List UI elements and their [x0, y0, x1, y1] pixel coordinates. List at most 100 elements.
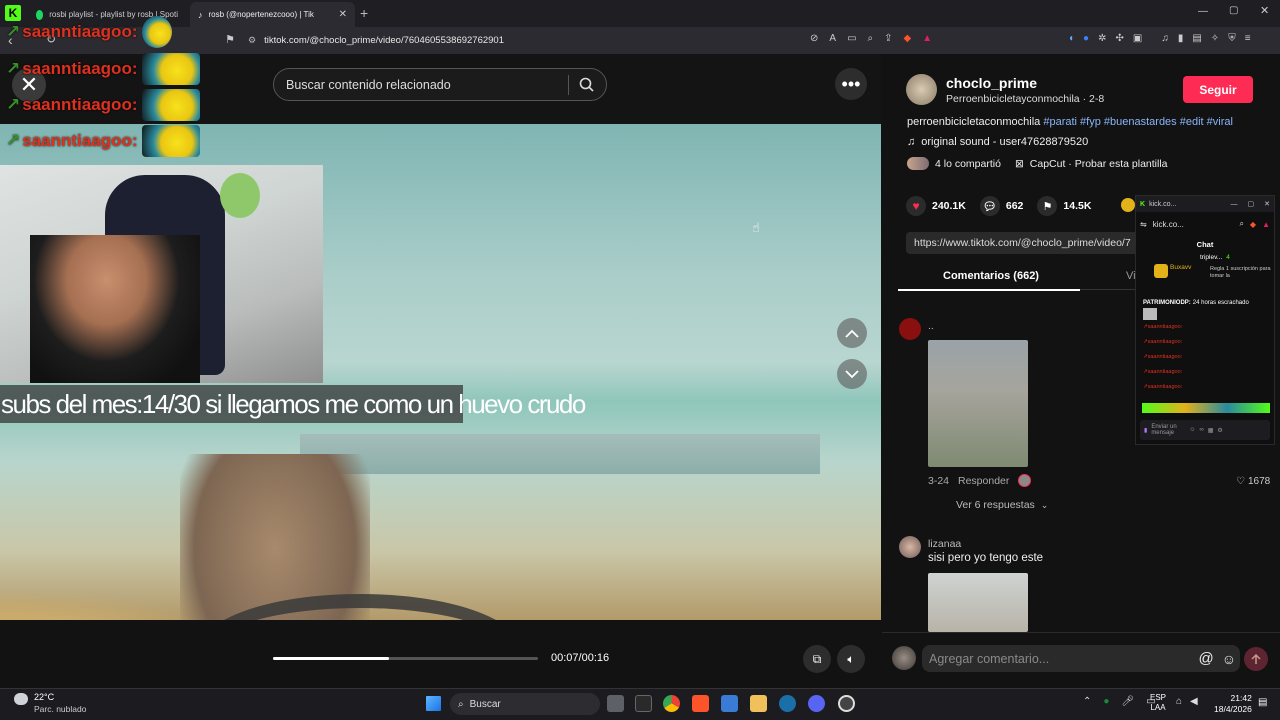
caption-hashtags[interactable]: #parati #fyp #buenastardes #edit #viral [1043, 116, 1233, 128]
previous-video-button[interactable] [837, 318, 867, 348]
file-explorer-icon[interactable] [750, 695, 767, 712]
kick-emote-bar[interactable] [1142, 403, 1270, 413]
author-username[interactable]: choclo_prime [946, 75, 1037, 91]
kick-rewards-icon[interactable]: ▲ [1262, 220, 1270, 229]
music-icon[interactable]: ♫ [1161, 33, 1169, 44]
share-icon[interactable]: ⇪ [884, 33, 892, 44]
menu-icon[interactable]: ≡ [1245, 33, 1251, 44]
tray-expand-icon[interactable]: ⌃ [1083, 696, 1091, 707]
kick-url[interactable]: kick.co... [1153, 220, 1234, 229]
taskbar-search[interactable]: ⌕ Buscar [450, 693, 600, 715]
kick-settings-icon[interactable]: ⚙ [1217, 427, 1222, 434]
overlay-chat-user: saanntiaagoo: [22, 59, 138, 78]
gift-coin-icon[interactable] [1121, 198, 1135, 212]
translate-icon[interactable]: A [829, 33, 836, 44]
weather-temp[interactable]: 22°C [34, 692, 54, 702]
microphone-icon[interactable]: 🎤︎ [1121, 696, 1134, 707]
author-avatar[interactable] [906, 74, 937, 105]
extension-blue-icon[interactable]: ● [1083, 33, 1089, 44]
weather-icon[interactable] [14, 693, 28, 705]
store-icon[interactable] [721, 695, 738, 712]
more-options-icon[interactable]: ••• [835, 68, 867, 100]
leo-icon[interactable]: ✧ [1211, 33, 1219, 44]
comment-like[interactable]: ♡ 1678 [1236, 476, 1270, 487]
video-progress-bar[interactable] [273, 657, 538, 660]
new-tab-icon[interactable]: + [360, 5, 368, 21]
tray-status[interactable]: ⌂ ◀︎ [1176, 696, 1198, 707]
save-button[interactable]: ⚑ 14.5K [1037, 196, 1091, 216]
kick-gift-icon[interactable]: ▦ [1208, 427, 1214, 434]
comment-sticker-image[interactable] [928, 573, 1028, 632]
next-video-button[interactable] [837, 359, 867, 389]
overlay-emote [141, 53, 200, 85]
kick-settings-icon[interactable]: ⇋ [1140, 220, 1147, 229]
zoom-icon[interactable]: ⌕ [868, 33, 874, 44]
mention-icon[interactable]: @ [1198, 650, 1213, 667]
commenter-avatar[interactable] [899, 318, 921, 340]
tab-tiktok[interactable]: ♪ rosb (@nopertenezcooo) | Tik ✕ [190, 2, 355, 27]
follow-button[interactable]: Seguir [1183, 76, 1253, 103]
post-sound[interactable]: ♫ original sound - user47628879520 [907, 136, 1088, 148]
tab-close-icon[interactable]: ✕ [339, 9, 347, 20]
windows-start-icon[interactable] [426, 696, 441, 711]
related-search-input[interactable]: Buscar contenido relacionado [273, 68, 607, 101]
like-button[interactable]: ♥ 240.1K [906, 196, 966, 216]
screenshot-icon[interactable]: ▣ [1133, 33, 1142, 44]
send-comment-button[interactable] [1244, 647, 1268, 671]
view-replies-button[interactable]: Ver 6 respuestas ⌄ [956, 499, 1048, 511]
maximize-icon[interactable]: ▢ [1229, 5, 1238, 16]
commenter-name[interactable]: .. [928, 320, 934, 332]
obs-icon[interactable] [838, 695, 855, 712]
search-icon[interactable] [579, 77, 594, 92]
discord-icon[interactable] [808, 695, 825, 712]
bookmark-icon[interactable]: ⚑ [225, 33, 235, 46]
window-close-icon[interactable]: ✕ [1260, 4, 1269, 17]
comment-button[interactable]: 💬︎ 662 [979, 196, 1023, 216]
kick-shield-icon[interactable]: ◆ [1250, 220, 1256, 229]
capcut-template[interactable]: CapCut · Probar esta plantilla [1030, 158, 1168, 170]
task-view-icon[interactable] [607, 695, 624, 712]
copy-link-field[interactable]: https://www.tiktok.com/@choclo_prime/vid… [906, 232, 1146, 254]
volume-button[interactable]: 🔈︎ [837, 645, 865, 673]
minimize-icon[interactable]: — [1198, 6, 1208, 17]
sidebar-icon[interactable]: ▮ [1178, 33, 1184, 44]
brave-shield-icon[interactable]: ◆ [904, 33, 912, 44]
kick-emote-icon[interactable]: ☺ [1189, 427, 1195, 433]
site-info-icon[interactable]: ⚙ [248, 35, 256, 46]
overlay-chat-user: saanntiaagoo: [22, 131, 138, 150]
clock[interactable]: 21:42 18/4/2026 [1214, 693, 1252, 715]
notification-icon[interactable]: ▤ [1258, 697, 1267, 708]
commenter-name[interactable]: lizanaa [928, 538, 961, 550]
steam-icon[interactable] [779, 695, 796, 712]
cast-icon[interactable]: ▭ [847, 33, 856, 44]
kick-zoom-icon[interactable]: ⌕ [1239, 219, 1243, 229]
kick-maximize-icon[interactable]: ▢ [1248, 200, 1255, 208]
brave-icon[interactable] [692, 695, 709, 712]
comment-input[interactable]: Agregar comentario... @ ☺ [922, 645, 1240, 672]
epic-games-icon[interactable] [635, 695, 652, 712]
floating-player-button[interactable]: ⧉ [803, 645, 831, 673]
brave-rewards-icon[interactable]: ▲ [922, 33, 932, 44]
kick-message-input[interactable]: ▮ Enviar un mensaje ☺ ∞ ▦ ⚙ [1140, 420, 1270, 440]
no-tracking-icon[interactable]: ⊘ [810, 33, 818, 44]
audio-icon[interactable]: ◖ [1068, 33, 1074, 44]
emoji-icon[interactable]: ☺ [1222, 651, 1236, 667]
vpn-icon[interactable]: ⛨ [1228, 33, 1236, 44]
comment-sticker-image[interactable] [928, 340, 1028, 467]
url-field[interactable]: ⚙ tiktok.com/@choclo_prime/video/7604605… [248, 31, 808, 50]
chrome-icon[interactable] [663, 695, 680, 712]
kick-infinity-icon[interactable]: ∞ [1199, 427, 1203, 433]
comment-placeholder: Agregar comentario... [929, 651, 1050, 666]
kick-close-icon[interactable]: ✕ [1264, 200, 1270, 208]
puzzle-icon[interactable]: ✣ [1115, 33, 1123, 44]
extension-gear-icon[interactable]: ✲ [1098, 33, 1106, 44]
language-indicator[interactable]: ESP LAA [1150, 693, 1166, 713]
commenter-avatar[interactable] [899, 536, 921, 558]
like-count: 240.1K [932, 200, 966, 212]
reply-button[interactable]: Responder [958, 475, 1009, 487]
tab-comments[interactable]: Comentarios (662) [943, 270, 1039, 282]
wallet-icon[interactable]: ▤ [1192, 33, 1201, 44]
weather-desc[interactable]: Parc. nublado [34, 704, 86, 714]
tray-app-icon[interactable]: ● [1103, 696, 1109, 707]
kick-minimize-icon[interactable]: — [1231, 201, 1238, 208]
